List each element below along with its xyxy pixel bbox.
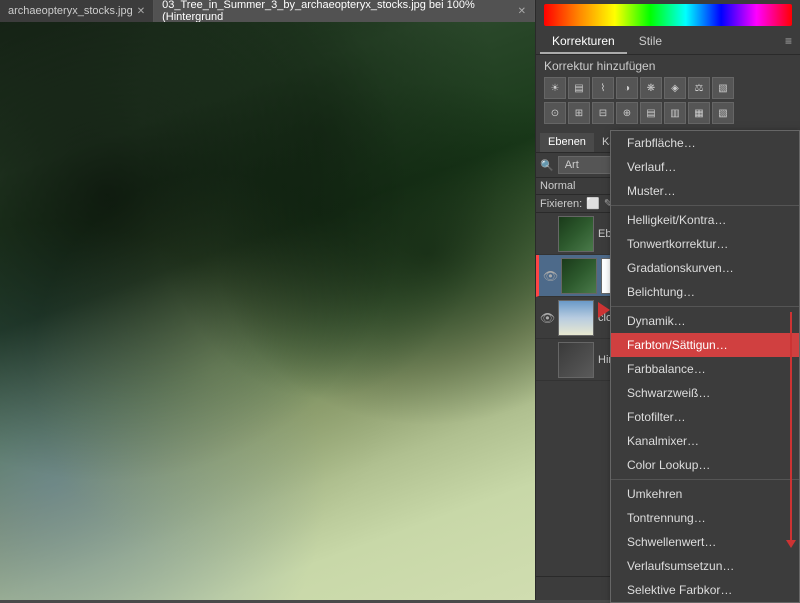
menu-item-helligkeit[interactable]: Helligkeit/Kontra… (611, 208, 799, 232)
arrow-indicator (598, 302, 610, 318)
menu-item-tonwert[interactable]: Tonwertkorrektur… (611, 232, 799, 256)
menu-item-gradation[interactable]: Gradationskurven… (611, 256, 799, 280)
fixieren-label: Fixieren: (540, 198, 582, 210)
layer-thumbnail-4 (558, 342, 594, 378)
selective-color-icon[interactable]: ▧ (712, 102, 734, 124)
hsl-icon[interactable]: ◈ (664, 77, 686, 99)
vibrance-icon[interactable]: ❋ (640, 77, 662, 99)
menu-item-verlaufsumsetzung[interactable]: Verlaufsumsetzun… (611, 554, 799, 578)
arrow-line (790, 312, 792, 542)
canvas-image (0, 22, 535, 600)
layer-eye-3[interactable]: 👁 (540, 311, 554, 325)
menu-item-farbton[interactable]: Farbton/Sättigun… (611, 333, 799, 357)
layer-thumbnail-2 (561, 258, 597, 294)
menu-item-dynamik[interactable]: Dynamik… (611, 309, 799, 333)
menu-item-schwarzweiss[interactable]: Schwarzweiß… (611, 381, 799, 405)
menu-separator (611, 205, 799, 206)
channelmixer-icon[interactable]: ⊞ (568, 102, 590, 124)
levels-icon[interactable]: ▤ (568, 77, 590, 99)
tab-close-2[interactable]: ✕ (518, 6, 526, 17)
korrektur-label: Korrektur hinzufügen (544, 59, 792, 73)
menu-item-kanalmixer[interactable]: Kanalmixer… (611, 429, 799, 453)
brightness-icon[interactable]: ☀ (544, 77, 566, 99)
blend-mode-label[interactable]: Normal (540, 180, 575, 192)
photofilter-icon[interactable]: ⊙ (544, 102, 566, 124)
panel-tabs: Korrekturen Stile ≡ (536, 30, 800, 55)
canvas-area: archaeopteryx_stocks.jpg ✕ 03_Tree_in_Su… (0, 0, 535, 600)
tab-bar: archaeopteryx_stocks.jpg ✕ 03_Tree_in_Su… (0, 0, 535, 22)
exposure-icon[interactable]: ◑ (616, 77, 638, 99)
lock-transparent-icon[interactable]: ⬜ (586, 197, 600, 210)
tab-label-2: 03_Tree_in_Summer_3_by_archaeopteryx_sto… (162, 0, 513, 23)
menu-item-farbbalance[interactable]: Farbbalance… (611, 357, 799, 381)
layer-eye-2[interactable]: 👁 (543, 269, 557, 283)
menu-separator (611, 306, 799, 307)
menu-item-belichtung[interactable]: Belichtung… (611, 280, 799, 304)
tab-korrekturen[interactable]: Korrekturen (540, 30, 627, 54)
menu-item-farbflaeche[interactable]: Farbfläche… (611, 131, 799, 155)
posterize-icon[interactable]: ▤ (640, 102, 662, 124)
colorbalance-icon[interactable]: ⚖ (688, 77, 710, 99)
right-panel: Korrekturen Stile ≡ Korrektur hinzufügen… (535, 0, 800, 600)
tab-stile[interactable]: Stile (627, 30, 674, 54)
menu-item-muster[interactable]: Muster… (611, 179, 799, 203)
menu-item-umkehren[interactable]: Umkehren (611, 482, 799, 506)
menu-item-tontrennung[interactable]: Tontrennung… (611, 506, 799, 530)
layer-thumbnail-1 (558, 216, 594, 252)
menu-item-colorlookup[interactable]: Color Lookup… (611, 453, 799, 477)
threshold-icon[interactable]: ▥ (664, 102, 686, 124)
tab-ebenen[interactable]: Ebenen (540, 133, 594, 152)
menu-item-verlauf[interactable]: Verlauf… (611, 155, 799, 179)
invert-icon[interactable]: ⊕ (616, 102, 638, 124)
tab-file-1[interactable]: archaeopteryx_stocks.jpg ✕ (0, 0, 154, 22)
bw-icon[interactable]: ▧ (712, 77, 734, 99)
menu-item-selektiv[interactable]: Selektive Farbkor… (611, 578, 799, 602)
menu-item-fotofilter[interactable]: Fotofilter… (611, 405, 799, 429)
tab-close-1[interactable]: ✕ (137, 6, 145, 17)
menu-item-schwellenwert[interactable]: Schwellenwert… (611, 530, 799, 554)
curves-icon[interactable]: ⌇ (592, 77, 614, 99)
dropdown-menu: Farbfläche… Verlauf… Muster… Helligkeit/… (610, 130, 800, 603)
tab-file-2[interactable]: 03_Tree_in_Summer_3_by_archaeopteryx_sto… (154, 0, 535, 22)
korrekturen-section: Korrektur hinzufügen ☀ ▤ ⌇ ◑ ❋ ◈ ⚖ ▧ ⊙ ⊞… (536, 55, 800, 131)
layer-thumbnail-3 (558, 300, 594, 336)
gradient-map-icon[interactable]: ▦ (688, 102, 710, 124)
icon-row-1: ☀ ▤ ⌇ ◑ ❋ ◈ ⚖ ▧ (544, 77, 792, 99)
icon-row-2: ⊙ ⊞ ⊟ ⊕ ▤ ▥ ▦ ▧ (544, 102, 792, 124)
tab-label-1: archaeopteryx_stocks.jpg (8, 5, 133, 17)
panel-menu-button[interactable]: ≡ (781, 30, 796, 54)
search-icon: 🔍 (540, 159, 554, 172)
color-spectrum-bar (544, 4, 792, 26)
menu-separator (611, 479, 799, 480)
colorlookup-icon[interactable]: ⊟ (592, 102, 614, 124)
